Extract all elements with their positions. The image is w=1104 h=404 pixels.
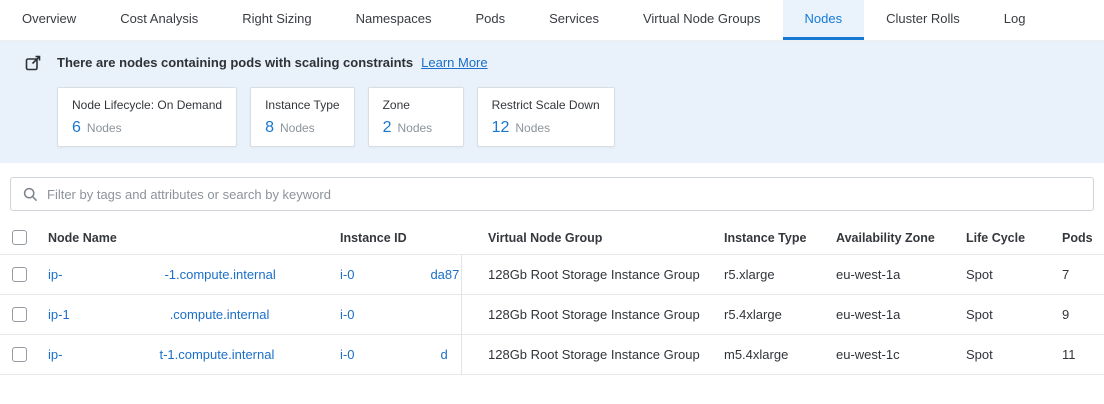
- card-title: Zone: [383, 98, 449, 112]
- life-cycle-cell: Spot: [966, 347, 1062, 362]
- column-header-node-name[interactable]: Node Name: [48, 231, 340, 245]
- pods-cell: 9: [1062, 307, 1104, 322]
- column-header-instance-id[interactable]: Instance ID: [340, 231, 488, 245]
- tab-virtual-node-groups[interactable]: Virtual Node Groups: [621, 0, 783, 40]
- constraint-cards: Node Lifecycle: On Demand 6 Nodes Instan…: [57, 87, 1079, 147]
- column-header-pods[interactable]: Pods: [1062, 231, 1104, 245]
- tab-log[interactable]: Log: [982, 0, 1048, 40]
- card-unit: Nodes: [280, 121, 315, 135]
- instance-id-link[interactable]: i-0: [340, 307, 430, 322]
- instance-type-cell: m5.4xlarge: [724, 347, 836, 362]
- tab-services[interactable]: Services: [527, 0, 621, 40]
- table-row: ip-1.compute.internal i-0 128Gb Root Sto…: [0, 295, 1104, 335]
- card-restrict-scale-down[interactable]: Restrict Scale Down 12 Nodes: [477, 87, 615, 147]
- tab-cost-analysis[interactable]: Cost Analysis: [98, 0, 220, 40]
- search-icon: [23, 187, 38, 202]
- card-zone[interactable]: Zone 2 Nodes: [368, 87, 464, 147]
- card-instance-type[interactable]: Instance Type 8 Nodes: [250, 87, 355, 147]
- tab-pods[interactable]: Pods: [453, 0, 527, 40]
- learn-more-link[interactable]: Learn More: [421, 55, 487, 70]
- table-row: ip-t-1.compute.internal i-0d 128Gb Root …: [0, 335, 1104, 375]
- row-checkbox[interactable]: [12, 307, 27, 322]
- banner-message: There are nodes containing pods with sca…: [57, 55, 413, 70]
- tab-overview[interactable]: Overview: [0, 0, 98, 40]
- card-node-lifecycle[interactable]: Node Lifecycle: On Demand 6 Nodes: [57, 87, 237, 147]
- tab-namespaces[interactable]: Namespaces: [334, 0, 454, 40]
- card-unit: Nodes: [515, 121, 550, 135]
- instance-id-link[interactable]: i-0d: [340, 347, 448, 362]
- card-unit: Nodes: [397, 121, 432, 135]
- virtual-node-group-cell: 128Gb Root Storage Instance Group: [488, 267, 724, 282]
- node-name-link[interactable]: ip-t-1.compute.internal: [48, 347, 274, 362]
- virtual-node-group-cell: 128Gb Root Storage Instance Group: [488, 307, 724, 322]
- node-name-link[interactable]: ip-1.compute.internal: [48, 307, 269, 322]
- instance-type-cell: r5.xlarge: [724, 267, 836, 282]
- pods-cell: 7: [1062, 267, 1104, 282]
- card-title: Instance Type: [265, 98, 340, 112]
- scaling-constraint-icon: [25, 54, 42, 71]
- card-count: 2: [383, 119, 392, 137]
- life-cycle-cell: Spot: [966, 267, 1062, 282]
- column-header-instance-type[interactable]: Instance Type: [724, 231, 836, 245]
- column-header-virtual-node-group[interactable]: Virtual Node Group: [488, 231, 724, 245]
- column-header-life-cycle[interactable]: Life Cycle: [966, 231, 1062, 245]
- virtual-node-group-cell: 128Gb Root Storage Instance Group: [488, 347, 724, 362]
- tab-right-sizing[interactable]: Right Sizing: [220, 0, 333, 40]
- node-name-link[interactable]: ip--1.compute.internal: [48, 267, 276, 282]
- row-checkbox[interactable]: [12, 347, 27, 362]
- card-title: Restrict Scale Down: [492, 98, 600, 112]
- search-input[interactable]: [47, 187, 1081, 202]
- cluster-tab-bar: Overview Cost Analysis Right Sizing Name…: [0, 0, 1104, 41]
- table-row: ip--1.compute.internal i-0da87 128Gb Roo…: [0, 255, 1104, 295]
- filter-search-box[interactable]: [10, 177, 1094, 211]
- card-count: 8: [265, 119, 274, 137]
- tab-cluster-rolls[interactable]: Cluster Rolls: [864, 0, 982, 40]
- scaling-constraints-banner: There are nodes containing pods with sca…: [0, 41, 1104, 163]
- nodes-table: Node Name Instance ID Virtual Node Group…: [0, 221, 1104, 375]
- life-cycle-cell: Spot: [966, 307, 1062, 322]
- availability-zone-cell: eu-west-1a: [836, 307, 966, 322]
- column-header-availability-zone[interactable]: Availability Zone: [836, 231, 966, 245]
- select-all-checkbox[interactable]: [12, 230, 27, 245]
- availability-zone-cell: eu-west-1c: [836, 347, 966, 362]
- card-count: 6: [72, 119, 81, 137]
- column-divider: [461, 255, 462, 375]
- pods-cell: 11: [1062, 347, 1104, 362]
- card-title: Node Lifecycle: On Demand: [72, 98, 222, 112]
- tab-nodes[interactable]: Nodes: [783, 0, 865, 40]
- card-unit: Nodes: [87, 121, 122, 135]
- card-count: 12: [492, 119, 510, 137]
- instance-type-cell: r5.4xlarge: [724, 307, 836, 322]
- row-checkbox[interactable]: [12, 267, 27, 282]
- table-header-row: Node Name Instance ID Virtual Node Group…: [0, 221, 1104, 255]
- availability-zone-cell: eu-west-1a: [836, 267, 966, 282]
- instance-id-link[interactable]: i-0da87: [340, 267, 459, 282]
